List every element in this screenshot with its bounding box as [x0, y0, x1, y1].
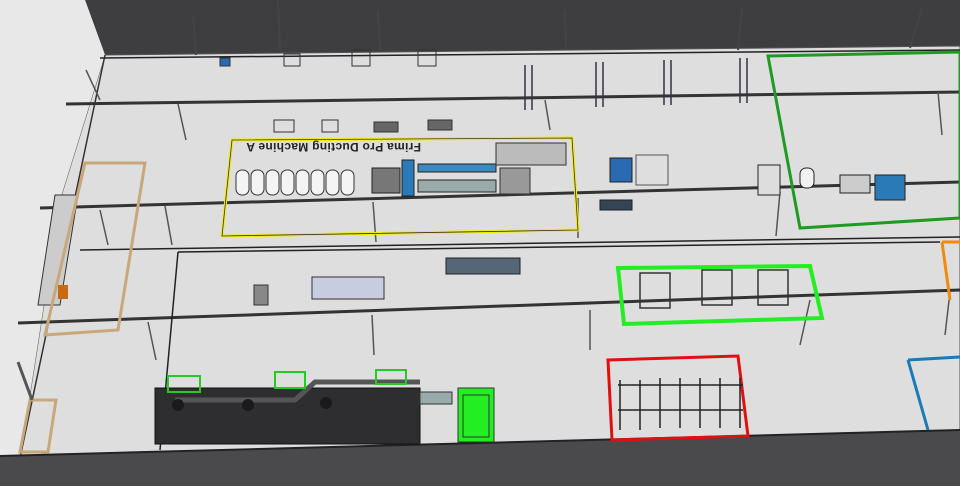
- machine-zone-label: Frima Pro Ducting Machine A: [246, 140, 422, 154]
- tank: [311, 276, 385, 300]
- factory-layout-3d-view: Frima Pro Ducting Machine A: [0, 0, 960, 486]
- workbench: [445, 257, 521, 275]
- back-wall: [85, 0, 960, 55]
- factory-floor-drawing: [0, 0, 960, 486]
- oven-unit: [154, 387, 421, 445]
